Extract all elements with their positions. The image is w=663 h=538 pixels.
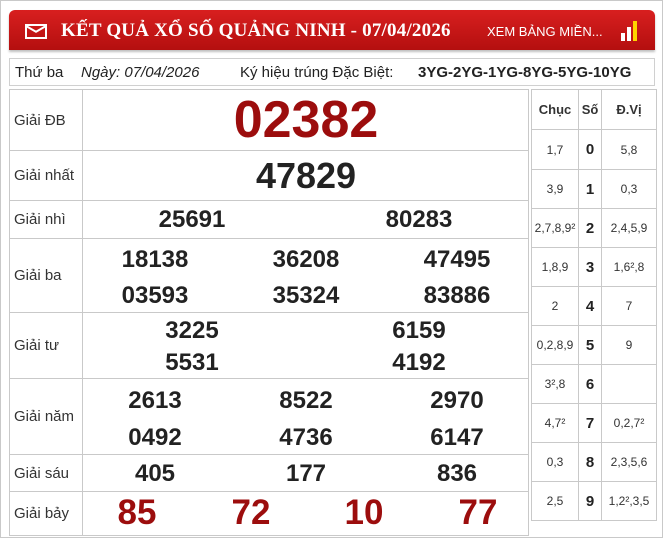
mail-icon	[25, 24, 47, 39]
prize-number: 836	[436, 460, 478, 487]
loto-dv: 1,6²,8	[601, 247, 657, 287]
prize-row-g5: Giải năm 2613 8522 2970 0492 4736 6147	[9, 378, 529, 455]
loto-chuc: 2,7,8,9²	[531, 208, 579, 248]
prize-number: 83886	[423, 282, 491, 309]
bar-chart-icon[interactable]	[621, 19, 641, 41]
prize-label: Giải nhì	[9, 200, 83, 239]
prize-number: 0492	[128, 424, 182, 451]
loto-row: 3,9 1 0,3	[531, 169, 657, 209]
loto-dv: 2,3,5,6	[601, 442, 657, 482]
loto-header-chuc: Chục	[531, 89, 579, 130]
prize-number: 405	[134, 460, 176, 487]
prize-label: Giải sáu	[9, 454, 83, 492]
prize-label: Giải ba	[9, 238, 83, 313]
loto-row: 0,2,8,9 5 9	[531, 325, 657, 365]
prize-number: 177	[285, 460, 327, 487]
loto-digit: 4	[578, 286, 602, 326]
prize-label: Giải bảy	[9, 491, 83, 536]
loto-header-dv: Đ.Vị	[601, 89, 657, 130]
prize-label: Giải nhất	[9, 150, 83, 201]
prize-row-g6: Giải sáu 405 177 836	[9, 454, 529, 492]
prize-label: Giải ĐB	[9, 89, 83, 151]
loto-chuc: 2	[531, 286, 579, 326]
loto-header-row: Chục Số Đ.Vị	[531, 89, 657, 130]
loto-dv: 7	[601, 286, 657, 326]
prize-number: 47495	[423, 246, 491, 273]
view-region-link[interactable]: XEM BẢNG MIỀN...	[487, 24, 603, 39]
loto-chuc: 2,5	[531, 481, 579, 521]
loto-row: 1,8,9 3 1,6²,8	[531, 247, 657, 287]
loto-dv: 9	[601, 325, 657, 365]
prize-row-db: Giải ĐB 02382	[9, 89, 529, 151]
loto-row: 2,7,8,9² 2 2,4,5,9	[531, 208, 657, 248]
loto-table: Chục Số Đ.Vị 1,7 0 5,8 3,9 1 0,3 2,7,8,9² 2 2,…	[531, 89, 657, 521]
loto-row: 2,5 9 1,2²,3,5	[531, 481, 657, 521]
draw-date: Ngày: 07/04/2026	[81, 64, 200, 81]
prize-number: 80283	[385, 206, 453, 233]
prize-number: 77	[458, 493, 498, 532]
loto-dv: 1,2²,3,5	[601, 481, 657, 521]
loto-digit: 6	[578, 364, 602, 404]
loto-digit: 8	[578, 442, 602, 482]
prize-row-g7: Giải bảy 85 72 10 77	[9, 491, 529, 536]
prize-label: Giải tư	[9, 312, 83, 379]
loto-digit: 1	[578, 169, 602, 209]
prize-number: 3225	[165, 317, 219, 344]
prize-number: 6159	[392, 317, 446, 344]
loto-chuc: 0,2,8,9	[531, 325, 579, 365]
loto-row: 3²,8 6	[531, 364, 657, 404]
loto-chuc: 0,3	[531, 442, 579, 482]
prize-number: 2613	[128, 387, 182, 414]
prize-number: 25691	[158, 206, 226, 233]
prize-number: 4192	[392, 349, 446, 376]
loto-row: 247	[531, 286, 657, 326]
loto-chuc: 1,7	[531, 129, 579, 170]
prize-number: 10	[344, 493, 384, 532]
prize-row-g1: Giải nhất 47829	[9, 150, 529, 201]
prize-row-g4: Giải tư 3225 6159 5531 4192	[9, 312, 529, 379]
prize-row-g3: Giải ba 18138 36208 47495 03593 35324 83…	[9, 238, 529, 313]
prize-row-g2: Giải nhì 25691 80283	[9, 200, 529, 239]
loto-row: 4,7² 7 0,2,7²	[531, 403, 657, 443]
loto-chuc: 3²,8	[531, 364, 579, 404]
prize-number: 85	[117, 493, 157, 532]
prize-number: 8522	[279, 387, 333, 414]
loto-digit: 0	[578, 129, 602, 170]
prize-number: 36208	[272, 246, 340, 273]
prize-number: 5531	[165, 349, 219, 376]
prize-label: Giải năm	[9, 378, 83, 455]
header-bar: KẾT QUẢ XỔ SỐ QUẢNG NINH - 07/04/2026 XE…	[9, 10, 655, 50]
prize-number: 02382	[233, 91, 379, 149]
code-label: Ký hiệu trúng Đặc Biệt:	[240, 64, 394, 81]
loto-row: 0,3 8 2,3,5,6	[531, 442, 657, 482]
prize-number: 18138	[121, 246, 189, 273]
loto-chuc: 1,8,9	[531, 247, 579, 287]
loto-dv: 2,4,5,9	[601, 208, 657, 248]
loto-header-so: Số	[578, 89, 602, 130]
loto-dv: 5,8	[601, 129, 657, 170]
loto-digit: 5	[578, 325, 602, 365]
prize-number: 6147	[430, 424, 484, 451]
draw-info-bar: Thứ ba Ngày: 07/04/2026 Ký hiệu trúng Đặ…	[9, 58, 655, 86]
weekday: Thứ ba	[15, 64, 64, 81]
prize-number: 4736	[279, 424, 333, 451]
prize-number: 47829	[255, 155, 357, 196]
prize-number: 35324	[272, 282, 340, 309]
loto-digit: 7	[578, 403, 602, 443]
page-title: KẾT QUẢ XỔ SỐ QUẢNG NINH - 07/04/2026	[61, 20, 451, 41]
loto-digit: 3	[578, 247, 602, 287]
loto-digit: 2	[578, 208, 602, 248]
results-table: Giải ĐB 02382 Giải nhất 47829 Giải nhì 2…	[9, 89, 529, 536]
loto-row: 1,7 0 5,8	[531, 129, 657, 170]
loto-digit: 9	[578, 481, 602, 521]
loto-dv: 0,2,7²	[601, 403, 657, 443]
prize-number: 72	[231, 493, 271, 532]
loto-dv: 0,3	[601, 169, 657, 209]
special-code: 3YG-2YG-1YG-8YG-5YG-10YG	[418, 64, 632, 81]
loto-chuc: 4,7²	[531, 403, 579, 443]
prize-number: 03593	[121, 282, 189, 309]
loto-chuc: 3,9	[531, 169, 579, 209]
loto-dv	[601, 364, 657, 404]
prize-number: 2970	[430, 387, 484, 414]
